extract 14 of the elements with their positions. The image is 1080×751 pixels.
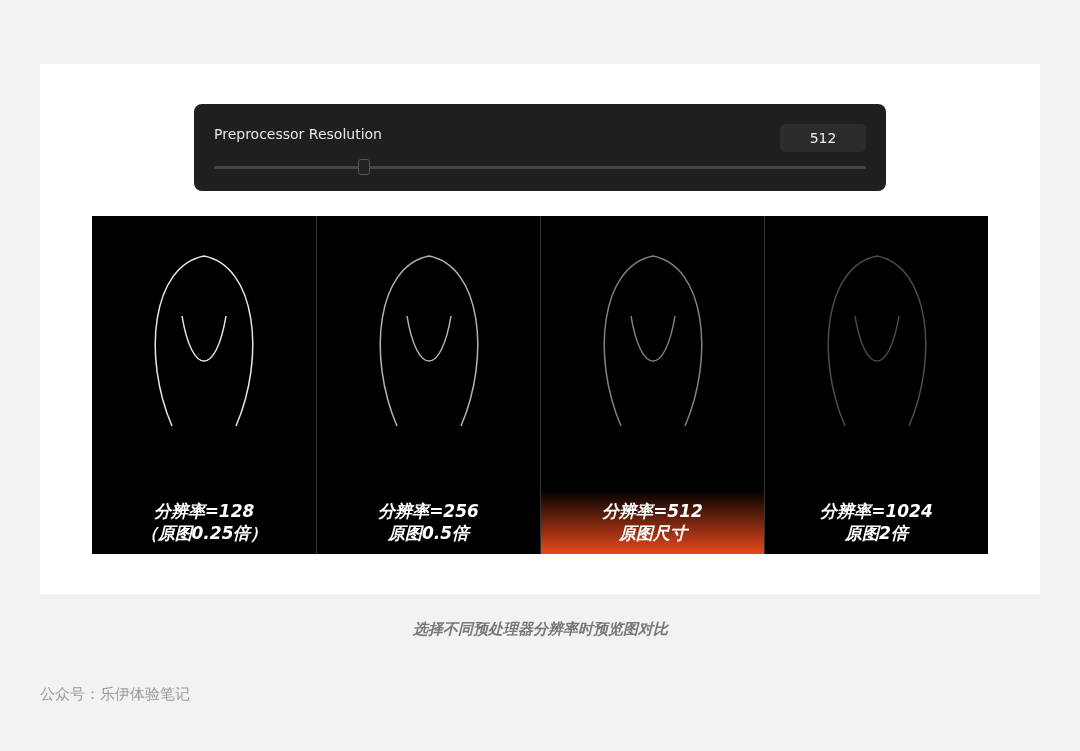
value-field[interactable]: 512: [780, 124, 866, 152]
scale-label: （原图0.25倍）: [140, 522, 268, 544]
resolution-label: 分辨率=128: [153, 500, 255, 522]
figure-caption: 选择不同预处理器分辨率时预览图对比: [412, 620, 668, 639]
scale-label: 原图2倍: [845, 522, 908, 544]
setting-label: Preprocessor Resolution: [214, 126, 382, 142]
slider-thumb[interactable]: [357, 159, 370, 175]
footer-text: 公众号：乐伊体验笔记: [40, 685, 191, 704]
resolution-label: 分辨率=256: [378, 500, 479, 522]
resolution-label: 分辨率=1024: [820, 500, 933, 522]
scale-label: 原图尺寸: [618, 522, 687, 544]
slider[interactable]: [214, 159, 866, 175]
scale-label: 原图0.5倍: [387, 522, 470, 544]
resolution-label: 分辨率=512: [602, 500, 703, 522]
